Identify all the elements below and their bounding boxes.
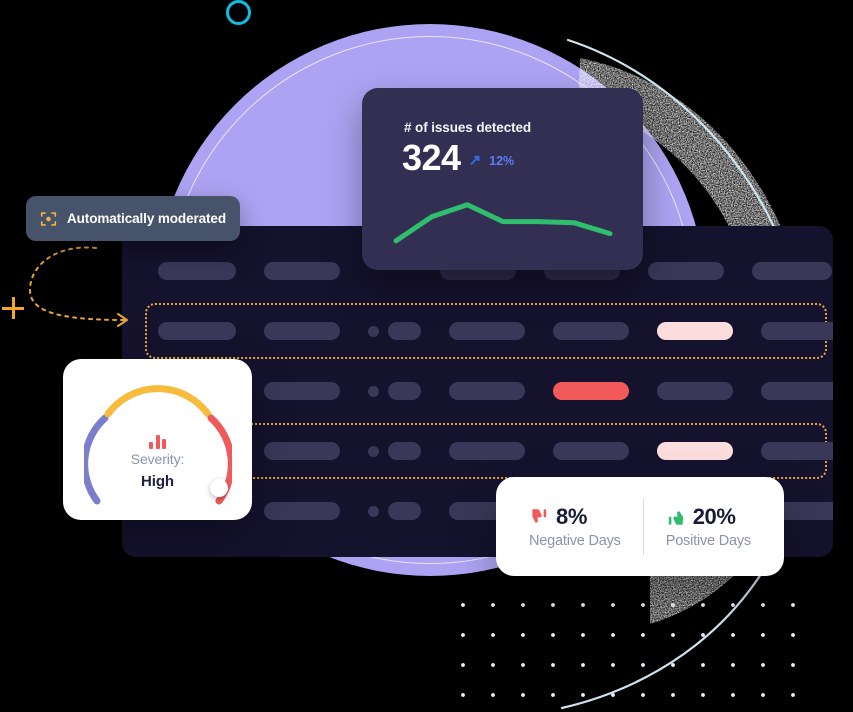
- issues-trend-percent: 12%: [489, 153, 515, 168]
- table-cell: [368, 382, 421, 400]
- dot-grid-pattern: [444, 584, 804, 712]
- plus-mark-icon: [2, 297, 24, 319]
- table-cell: [657, 442, 733, 460]
- table-cell: [264, 382, 340, 400]
- placeholder-pill: [752, 262, 832, 280]
- table-cell: [657, 382, 733, 400]
- table-cell: [264, 442, 340, 460]
- severity-gauge: Severity: High: [80, 383, 235, 515]
- status-dot: [368, 325, 379, 337]
- severity-value: High: [141, 473, 174, 490]
- table-cell: [158, 322, 236, 340]
- highlight-pill: [657, 442, 733, 460]
- sentiment-summary-card[interactable]: 8% Negative Days 20% Positive Days: [496, 477, 784, 576]
- table-cell: [449, 322, 525, 340]
- table-cell: [264, 322, 340, 340]
- severity-gauge-card[interactable]: Severity: High: [63, 359, 252, 520]
- table-cell: [761, 442, 833, 460]
- placeholder-pill: [264, 322, 340, 340]
- severity-label: Severity:: [130, 451, 185, 467]
- placeholder-pill: [158, 262, 236, 280]
- placeholder-pill: [264, 382, 340, 400]
- placeholder-pill: [553, 322, 629, 340]
- status-dot: [368, 445, 379, 457]
- flagged-pill: [553, 382, 629, 400]
- placeholder-pill: [761, 442, 833, 460]
- table-cell: [553, 442, 629, 460]
- table-row-cells: [122, 322, 833, 340]
- issues-count-value: 324: [402, 137, 461, 178]
- placeholder-pill: [264, 262, 340, 280]
- table-cell: [449, 442, 525, 460]
- negative-days-block: 8% Negative Days: [507, 504, 643, 549]
- placeholder-pill: [388, 502, 421, 520]
- placeholder-pill: [449, 322, 525, 340]
- table-cell: [449, 382, 525, 400]
- table-cell: [553, 382, 629, 400]
- negative-days-row: 8%: [529, 504, 621, 530]
- table-cell: [752, 262, 832, 280]
- automatically-moderated-badge[interactable]: Automatically moderated: [26, 196, 240, 241]
- table-cell: [648, 262, 724, 280]
- table-cell: [368, 502, 421, 520]
- table-cell: [761, 382, 833, 400]
- table-cell: [368, 442, 421, 460]
- placeholder-pill: [388, 322, 421, 340]
- cyan-ring-icon: [226, 0, 251, 25]
- positive-days-caption: Positive Days: [665, 533, 751, 549]
- status-dot: [368, 385, 379, 397]
- issues-sparkline-chart: [393, 202, 613, 244]
- placeholder-pill: [657, 382, 733, 400]
- bar-chart-icon: [148, 433, 168, 449]
- placeholder-pill: [264, 442, 340, 460]
- placeholder-pill: [761, 382, 833, 400]
- issues-card-title: # of issues detected: [404, 120, 532, 135]
- table-cell: [158, 262, 236, 280]
- thumbs-up-icon: [668, 511, 683, 525]
- placeholder-pill: [648, 262, 724, 280]
- table-cell: [761, 322, 833, 340]
- issues-detected-card[interactable]: # of issues detected 324 ↗ 12%: [362, 88, 643, 270]
- negative-days-caption: Negative Days: [529, 533, 621, 549]
- table-cell: [657, 322, 733, 340]
- table-cell: [264, 262, 340, 280]
- placeholder-pill: [761, 322, 833, 340]
- placeholder-pill: [388, 382, 421, 400]
- placeholder-pill: [449, 382, 525, 400]
- positive-days-row: 20%: [666, 504, 751, 530]
- placeholder-pill: [388, 442, 421, 460]
- moderated-badge-label: Automatically moderated: [67, 211, 226, 226]
- highlight-pill: [657, 322, 733, 340]
- placeholder-pill: [158, 322, 236, 340]
- positive-days-block: 20% Positive Days: [644, 504, 773, 549]
- severity-readout: Severity: High: [84, 433, 232, 490]
- focus-target-icon: [40, 211, 57, 226]
- positive-days-percent: 20%: [692, 504, 736, 529]
- issues-metric-row: 324 ↗ 12%: [402, 140, 514, 176]
- negative-days-percent: 8%: [556, 504, 588, 529]
- placeholder-pill: [449, 442, 525, 460]
- thumbs-down-icon: [532, 509, 547, 523]
- placeholder-pill: [553, 442, 629, 460]
- placeholder-pill: [264, 502, 340, 520]
- illustration-stage: # of issues detected 324 ↗ 12% Automatic…: [0, 0, 853, 712]
- table-cell: [368, 322, 421, 340]
- trend-up-arrow-icon: ↗: [468, 151, 482, 169]
- table-cell: [553, 322, 629, 340]
- table-row[interactable]: [122, 302, 833, 360]
- status-dot: [368, 505, 379, 517]
- table-cell: [264, 502, 340, 520]
